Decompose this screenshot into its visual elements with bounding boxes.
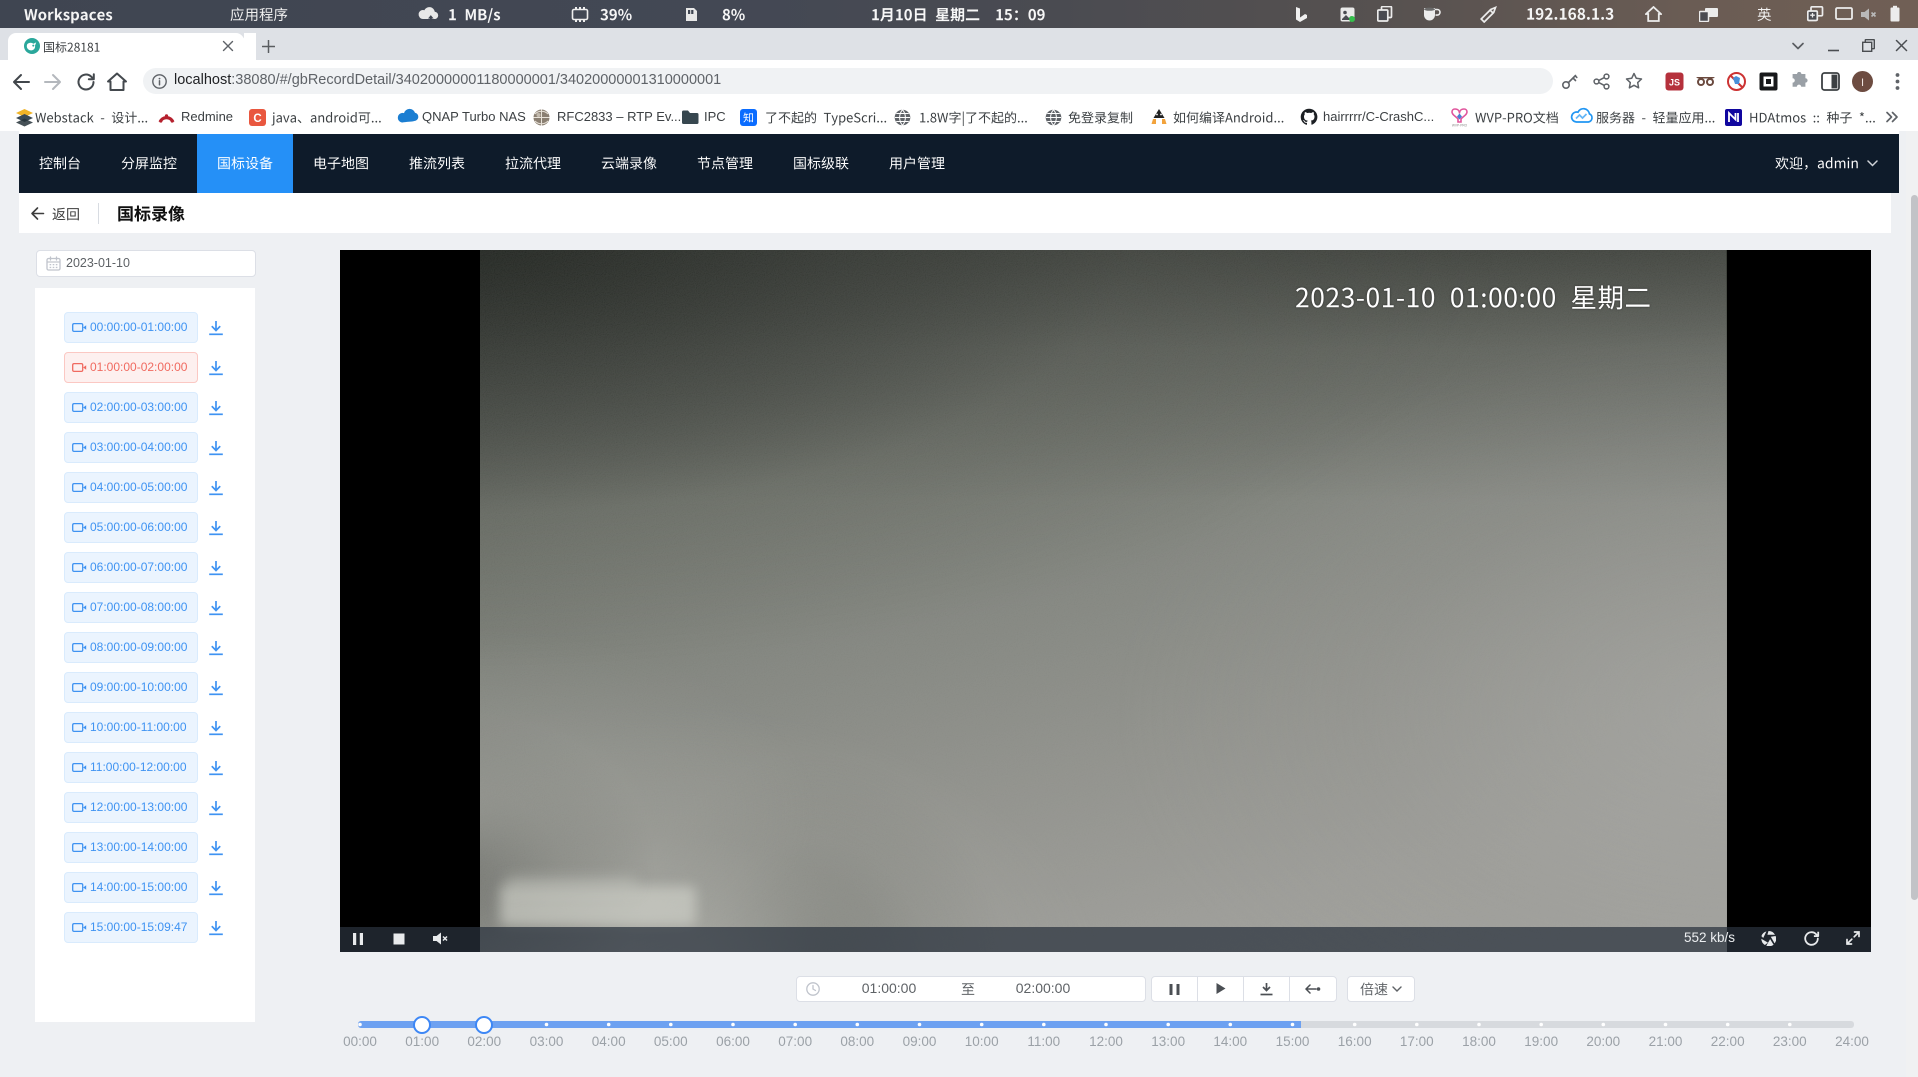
- svg-text:JS: JS: [1669, 78, 1680, 88]
- svg-text:C: C: [253, 113, 261, 125]
- svg-text:I: I: [1861, 77, 1864, 89]
- svg-text:WVP·PRO: WVP·PRO: [1452, 124, 1468, 128]
